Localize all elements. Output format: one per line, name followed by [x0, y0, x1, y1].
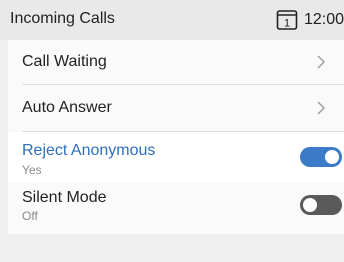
clock: 12:00	[303, 11, 344, 28]
toggle-knob	[325, 150, 339, 164]
phone-screen: Incoming Calls 1 12:00 Call Waiting Auto…	[0, 0, 344, 262]
reject-anonymous-toggle[interactable]	[300, 147, 342, 167]
menu-item-silent-mode[interactable]: Silent Mode Off	[8, 182, 344, 234]
screen-title: Incoming Calls	[10, 10, 115, 27]
menu-list: Call Waiting Auto Answer Reject Anonymou…	[8, 40, 344, 234]
menu-item-label: Auto Answer	[22, 99, 112, 116]
status-bar: Incoming Calls 1 12:00	[0, 0, 344, 40]
silent-mode-toggle[interactable]	[300, 195, 342, 215]
menu-item-label: Call Waiting	[22, 53, 107, 70]
menu-item-value: Yes	[22, 163, 42, 177]
status-right: 1 12:00	[276, 9, 344, 31]
toggle-knob	[303, 198, 317, 212]
chevron-right-icon	[317, 55, 325, 69]
menu-item-call-waiting[interactable]: Call Waiting	[8, 40, 344, 84]
menu-item-value: Off	[22, 209, 38, 223]
menu-item-auto-answer[interactable]: Auto Answer	[8, 85, 344, 131]
menu-item-label: Reject Anonymous	[22, 142, 156, 159]
menu-item-reject-anonymous[interactable]: Reject Anonymous Yes	[8, 132, 344, 182]
line-1-icon: 1	[276, 10, 298, 30]
menu-item-label: Silent Mode	[22, 189, 107, 206]
chevron-right-icon	[317, 101, 325, 115]
line-number: 1	[284, 18, 290, 30]
